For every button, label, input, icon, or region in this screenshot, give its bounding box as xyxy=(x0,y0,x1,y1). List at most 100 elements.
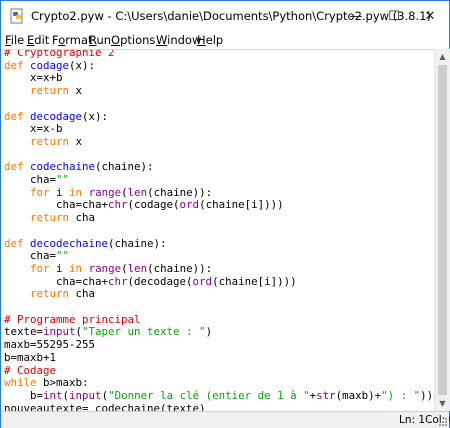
code-token: in xyxy=(69,261,83,275)
code-token: def xyxy=(4,236,31,250)
menu-help[interactable]: Help xyxy=(197,33,223,47)
code-token: for xyxy=(30,185,50,199)
menu-window[interactable]: Window xyxy=(156,33,201,47)
code-line[interactable]: return x xyxy=(4,84,82,97)
menu-bar: File Edit Format Run Options Window Help xyxy=(1,31,449,49)
close-button[interactable]: ✕ xyxy=(415,1,445,31)
code-token: "Taper un texte : " xyxy=(82,325,206,339)
menu-run-label: un xyxy=(96,33,112,47)
menu-window-mnemonic: W xyxy=(156,33,168,47)
code-token: cha=cha+ xyxy=(4,274,109,288)
python-file-icon xyxy=(10,8,23,24)
code-token: decodechaine xyxy=(30,236,109,250)
scroll-down-arrow-icon[interactable]: ▼ xyxy=(435,396,450,411)
code-token: (chaine[i]))) xyxy=(212,274,297,288)
code-line[interactable]: texte=input("Taper un texte : ") xyxy=(4,325,213,339)
code-line[interactable]: cha="" xyxy=(4,249,69,262)
code-line[interactable]: return cha xyxy=(4,287,95,301)
code-token: b=maxb+1 xyxy=(4,350,57,364)
code-line[interactable]: def codechaine(chaine): xyxy=(4,160,154,173)
status-line: Ln: 1 xyxy=(399,414,426,426)
maximize-button[interactable]: ☐ xyxy=(379,1,409,31)
menu-options[interactable]: Options xyxy=(111,33,155,47)
code-line[interactable]: cha="" xyxy=(4,173,69,186)
menu-options-mnemonic: O xyxy=(111,33,121,47)
code-token: cha xyxy=(69,211,96,225)
code-token: def xyxy=(4,109,31,123)
code-token: decodage xyxy=(30,109,83,123)
vertical-scrollbar[interactable]: ▲ ▼ xyxy=(434,49,450,411)
code-line[interactable]: x=x+b xyxy=(4,71,63,85)
code-token: chr xyxy=(108,274,128,288)
code-token: (maxb)+ xyxy=(335,388,382,402)
code-token: range xyxy=(88,185,122,199)
code-line[interactable]: maxb=55295-255 xyxy=(4,338,95,351)
code-token: str xyxy=(316,388,336,402)
code-token: cha=cha+ xyxy=(4,198,109,212)
scroll-up-arrow-icon[interactable]: ▲ xyxy=(435,49,450,64)
code-token: return xyxy=(30,287,70,301)
code-token: in xyxy=(69,185,83,199)
code-token: def xyxy=(4,58,31,72)
code-token: int xyxy=(43,388,63,402)
code-line[interactable]: b=int(input("Donner la clé (entier de 1 … xyxy=(4,389,433,402)
code-line[interactable]: # Codage xyxy=(4,364,56,377)
code-token: x=x+b xyxy=(4,71,63,85)
code-line[interactable]: for i in range(len(chaine)): xyxy=(4,186,212,199)
code-token: def xyxy=(4,160,31,174)
code-token: cha= xyxy=(4,173,57,187)
code-token: input xyxy=(69,388,102,402)
status-bar: Ln: 1 Col: 0 xyxy=(1,411,450,428)
menu-format[interactable]: Format xyxy=(52,33,93,47)
code-line[interactable]: cha=cha+chr(codage(ord(chaine[i]))) xyxy=(4,198,284,212)
code-token: "" xyxy=(56,249,70,263)
code-line[interactable]: # Cryptographie 2 xyxy=(4,49,115,59)
code-token: "Donner la clé (entier de 1 à " xyxy=(108,388,310,402)
code-token: codage xyxy=(30,58,70,72)
code-token: (x): xyxy=(69,58,96,72)
code-line[interactable]: for i in range(len(chaine)): xyxy=(4,262,212,275)
minimize-button[interactable]: — xyxy=(341,1,371,31)
code-token: x=x-b xyxy=(4,122,63,136)
code-token: return xyxy=(30,134,70,148)
code-line[interactable]: x=x-b xyxy=(4,122,63,135)
menu-run[interactable]: Run xyxy=(89,33,111,47)
code-token: # Cryptographie 2 xyxy=(4,49,115,59)
code-token: len xyxy=(127,185,148,199)
code-token: (chaine): xyxy=(95,160,154,174)
code-token: (codage( xyxy=(127,198,180,212)
code-line[interactable]: return x xyxy=(4,135,82,148)
code-token: )) xyxy=(420,388,434,402)
resize-grip-icon[interactable] xyxy=(438,417,448,427)
code-line[interactable]: while b>maxb: xyxy=(4,376,89,389)
code-token: ord xyxy=(192,274,213,288)
code-token: cha= xyxy=(4,249,57,263)
scrollbar-thumb[interactable] xyxy=(438,65,447,395)
code-line[interactable]: cha=cha+chr(decodage(ord(chaine[i]))) xyxy=(4,275,297,288)
menu-options-label: ptions xyxy=(120,33,156,47)
code-editor[interactable]: # Cryptographie 2 def codage(x): x=x+b r… xyxy=(1,49,434,412)
code-token: (chaine): xyxy=(108,236,167,250)
code-line[interactable]: b=maxb+1 xyxy=(4,351,56,364)
code-line[interactable]: def codage(x): xyxy=(4,59,95,72)
code-token: ") : " xyxy=(381,388,421,402)
menu-file-label: ile xyxy=(10,33,25,47)
code-text[interactable]: # Cryptographie 2 def codage(x): x=x+b r… xyxy=(4,49,433,412)
code-token: b>maxb: xyxy=(36,376,89,390)
code-token: (chaine[i]))) xyxy=(199,198,284,212)
code-token: ) xyxy=(205,325,213,339)
title-bar[interactable]: Crypto2.pyw - C:\Users\danie\Documents\P… xyxy=(1,1,449,31)
code-line[interactable]: def decodage(x): xyxy=(4,110,108,123)
code-token: return xyxy=(30,84,70,98)
code-token: # Programme principal xyxy=(4,312,141,326)
code-line[interactable]: # Programme principal xyxy=(4,313,141,326)
menu-edit[interactable]: Edit xyxy=(27,33,49,47)
code-line[interactable]: return cha xyxy=(4,211,95,224)
menu-file[interactable]: File xyxy=(5,33,24,47)
code-token: texte= xyxy=(4,325,44,339)
code-line[interactable]: def decodechaine(chaine): xyxy=(4,237,167,250)
